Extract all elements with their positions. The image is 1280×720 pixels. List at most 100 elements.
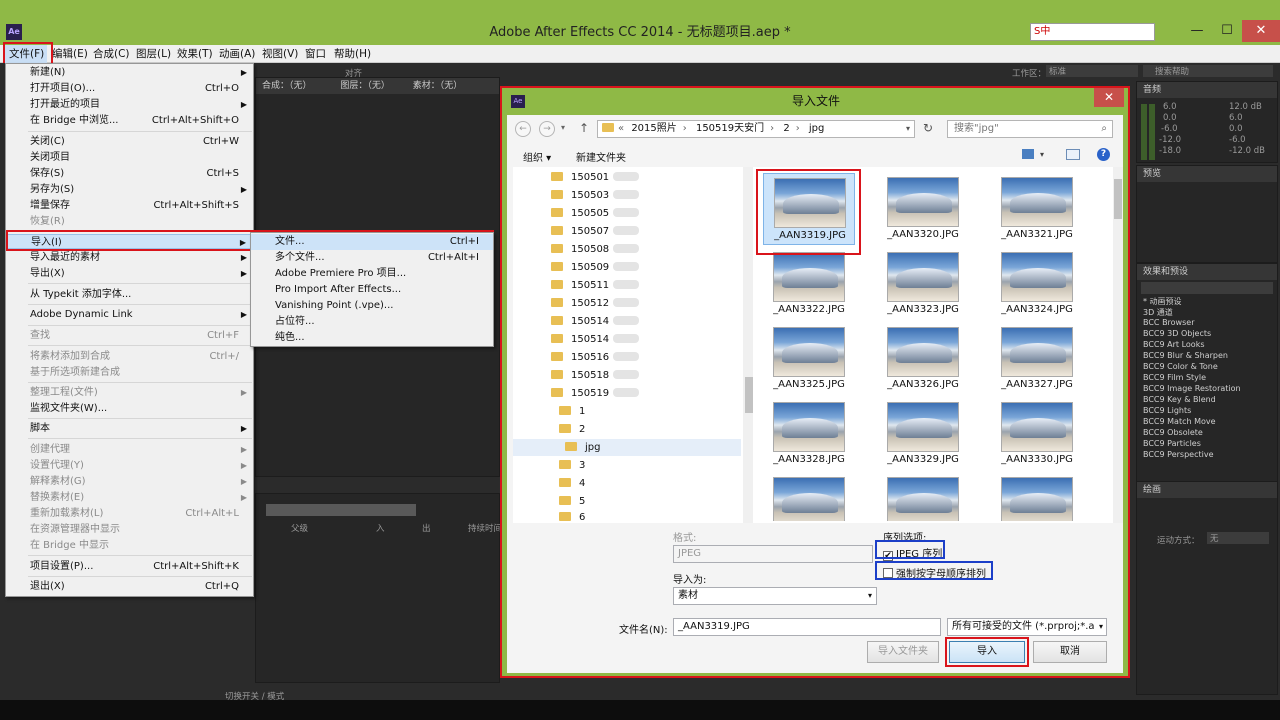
menu-interpret-footage: 解释素材(G) ▶ — [6, 474, 253, 489]
effects-item[interactable]: BCC9 Image Restoration — [1143, 384, 1241, 393]
effects-item[interactable]: BCC9 3D Objects — [1143, 329, 1211, 338]
menu-help[interactable]: 帮助(H) — [334, 45, 371, 63]
menu-item-label: 创建代理 — [30, 444, 70, 455]
effects-item[interactable]: BCC9 Particles — [1143, 439, 1201, 448]
audio-level-label: -12.0 — [1159, 135, 1181, 145]
menu-close[interactable]: 关闭(C) Ctrl+W — [6, 134, 253, 149]
effects-item[interactable]: * 动画预设 — [1143, 296, 1182, 307]
menu-layer[interactable]: 图层(L) — [136, 45, 171, 63]
menu-export[interactable]: 导出(X) ▶ — [6, 266, 253, 281]
menu-dynamic-link[interactable]: Adobe Dynamic Link ▶ — [6, 307, 253, 322]
effects-item[interactable]: BCC9 Perspective — [1143, 450, 1213, 459]
timeline-search[interactable] — [266, 504, 416, 516]
menu-shortcut: Ctrl+Q — [204, 581, 239, 592]
menu-shortcut: Ctrl+Alt+Shift+K — [153, 561, 239, 572]
menu-save-as[interactable]: 另存为(S) ▶ — [6, 182, 253, 197]
menu-item-label: 关闭(C) — [30, 136, 65, 147]
menu-edit[interactable]: 编辑(E) — [52, 45, 88, 63]
import-submenu: 文件... Ctrl+I 多个文件... Ctrl+Alt+I Adobe Prem… — [250, 232, 494, 347]
menu-item-label: 脚本 — [30, 423, 50, 434]
timeline-panel: 父级 入 出 持续时间 — [255, 493, 502, 683]
menu-animation[interactable]: 动画(A) — [219, 45, 255, 63]
menu-item-label: 重新加载素材(L) — [30, 508, 104, 519]
menu-scripts[interactable]: 脚本 ▶ — [6, 421, 253, 436]
submenu-shortcut: Ctrl+I — [449, 236, 479, 247]
maximize-button[interactable]: ☐ — [1212, 20, 1242, 42]
tab-footage[interactable]: 素材：（无） — [413, 81, 463, 91]
audio-level-label: -12.0 dB — [1229, 146, 1265, 156]
motion-select[interactable]: 无 — [1207, 532, 1269, 544]
audio-meter-right — [1149, 104, 1155, 160]
menu-item-label: 监视文件夹(W)... — [30, 403, 108, 414]
submenu-arrow-icon: ▶ — [240, 493, 247, 502]
menu-exit[interactable]: 退出(X) Ctrl+Q — [6, 579, 253, 594]
submenu-arrow-icon: ▶ — [240, 185, 247, 194]
audio-level-label: 0.0 — [1163, 113, 1177, 123]
submenu-vanishing-point[interactable]: Vanishing Point (.vpe)... — [251, 298, 493, 314]
submenu-arrow-icon: ▶ — [240, 68, 247, 77]
effects-item[interactable]: BCC9 Art Looks — [1143, 340, 1205, 349]
submenu-placeholder[interactable]: 占位符... — [251, 314, 493, 330]
menu-save[interactable]: 保存(S) Ctrl+S — [6, 166, 253, 181]
menu-open-recent[interactable]: 打开最近的项目 ▶ — [6, 97, 253, 112]
highlight-dialog — [500, 86, 1130, 678]
menu-typekit[interactable]: 从 Typekit 添加字体... — [6, 287, 253, 302]
effects-item[interactable]: BCC9 Blur & Sharpen — [1143, 351, 1228, 360]
submenu-premiere-project[interactable]: Adobe Premiere Pro 项目... — [251, 266, 493, 282]
menu-separator — [28, 304, 252, 305]
menu-item-label: 解释素材(G) — [30, 476, 86, 487]
effects-item[interactable]: BCC9 Match Move — [1143, 417, 1216, 426]
menu-browse-bridge[interactable]: 在 Bridge 中浏览... Ctrl+Alt+Shift+O — [6, 113, 253, 128]
tab-composition[interactable]: 合成：（无） — [262, 81, 312, 91]
ime-toolbar[interactable]: S中 — [1030, 23, 1155, 41]
menu-new[interactable]: 新建(N) ▶ — [6, 65, 253, 80]
menu-shortcut: Ctrl+/ — [209, 351, 239, 362]
submenu-arrow-icon: ▶ — [240, 269, 247, 278]
menu-watch-folder[interactable]: 监视文件夹(W)... — [6, 401, 253, 416]
menu-shortcut: Ctrl+S — [206, 168, 239, 179]
close-window-button[interactable]: ✕ — [1242, 20, 1280, 42]
audio-level-label: 0.0 — [1229, 124, 1243, 134]
menu-item-label: 在 Bridge 中显示 — [30, 540, 109, 551]
tab-layer[interactable]: 图层：（无） — [340, 81, 390, 91]
effects-item[interactable]: BCC9 Obsolete — [1143, 428, 1203, 437]
audio-panel-title: 音频 — [1137, 82, 1277, 98]
effects-item[interactable]: BCC Browser — [1143, 318, 1194, 327]
menu-window[interactable]: 窗口 — [305, 45, 326, 63]
workspace-select[interactable]: 标准 — [1046, 65, 1138, 77]
effects-item[interactable]: 3D 通道 — [1143, 307, 1173, 318]
menu-effect[interactable]: 效果(T) — [177, 45, 213, 63]
menu-shortcut: Ctrl+W — [202, 136, 239, 147]
menu-new-comp-from-selection: 基于所选项新建合成 — [6, 365, 253, 380]
menu-import-recent[interactable]: 导入最近的素材 ▶ — [6, 250, 253, 265]
menu-composition[interactable]: 合成(C) — [93, 45, 130, 63]
effects-item[interactable]: BCC9 Key & Blend — [1143, 395, 1216, 404]
effects-item[interactable]: BCC9 Film Style — [1143, 373, 1206, 382]
submenu-arrow-icon: ▶ — [240, 461, 247, 470]
submenu-pro-import[interactable]: Pro Import After Effects... — [251, 282, 493, 298]
menu-separator — [28, 555, 252, 556]
menu-revert: 恢复(R) — [6, 214, 253, 229]
file-menu: 新建(N) ▶ 打开项目(O)... Ctrl+O 打开最近的项目 ▶ 在 Bridg… — [5, 63, 254, 597]
submenu-multiple-files[interactable]: 多个文件... Ctrl+Alt+I — [251, 250, 493, 266]
menu-project-settings[interactable]: 项目设置(P)... Ctrl+Alt+Shift+K — [6, 559, 253, 574]
ime-text: S中 — [1034, 26, 1051, 37]
col-out: 出 — [422, 524, 431, 534]
menu-find: 查找 Ctrl+F — [6, 328, 253, 343]
menu-item-label: 设置代理(Y) — [30, 460, 84, 471]
menu-open-project[interactable]: 打开项目(O)... Ctrl+O — [6, 81, 253, 96]
submenu-file[interactable]: 文件... Ctrl+I — [251, 234, 493, 250]
audio-level-label: -6.0 — [1161, 124, 1178, 134]
effects-search-input[interactable] — [1141, 282, 1273, 294]
menu-item-label: 保存(S) — [30, 168, 65, 179]
effects-item[interactable]: BCC9 Lights — [1143, 406, 1191, 415]
audio-level-label: -6.0 — [1229, 135, 1246, 145]
effects-item[interactable]: BCC9 Color & Tone — [1143, 362, 1218, 371]
menu-increment-save[interactable]: 增量保存 Ctrl+Alt+Shift+S — [6, 198, 253, 213]
submenu-solid[interactable]: 纯色... — [251, 330, 493, 346]
workspace-label: 工作区： — [1012, 69, 1047, 79]
search-help-input[interactable]: 搜索帮助 — [1143, 65, 1273, 77]
menu-close-project[interactable]: 关闭项目 — [6, 150, 253, 165]
menu-view[interactable]: 视图(V) — [262, 45, 298, 63]
minimize-button[interactable]: — — [1182, 20, 1212, 42]
